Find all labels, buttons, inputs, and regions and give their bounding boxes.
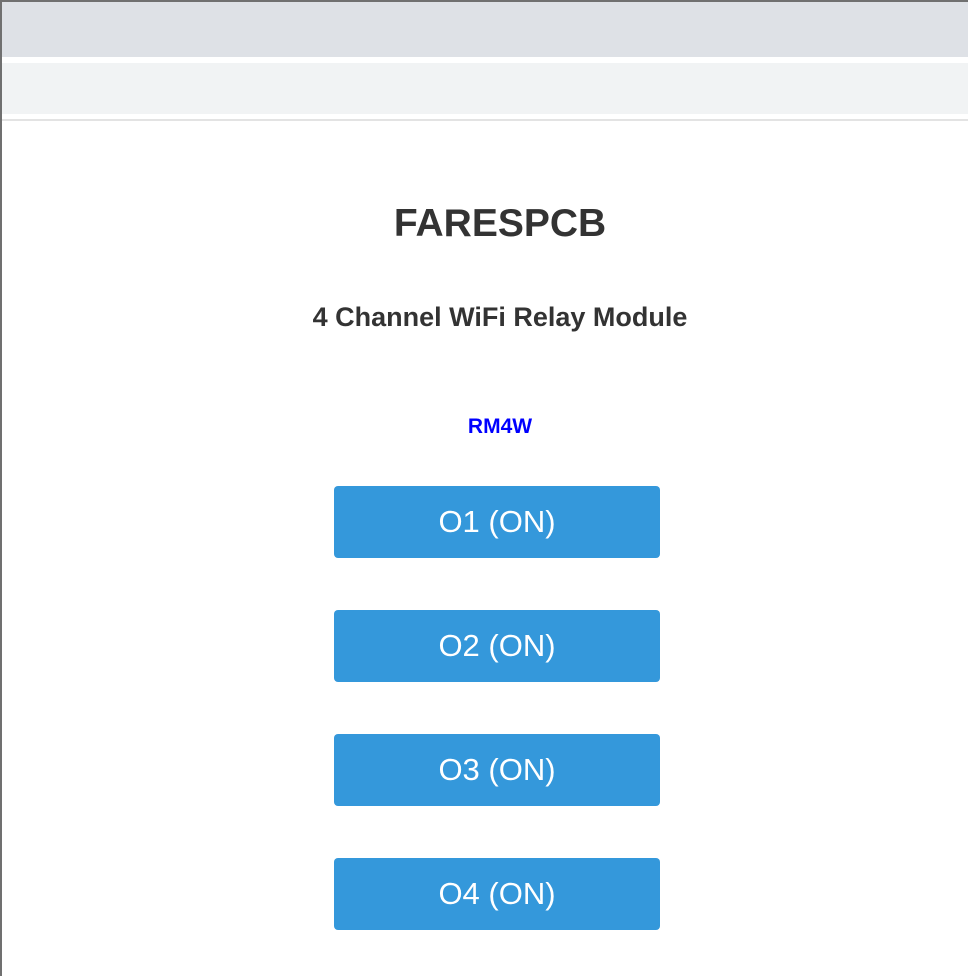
browser-tab-strip <box>2 2 968 57</box>
relay-button-group: O1 (ON) O2 (ON) O3 (ON) O4 (ON) <box>334 486 660 976</box>
page-title: FARESPCB <box>393 202 607 245</box>
page-content: FARESPCB 4 Channel WiFi Relay Module RM4… <box>2 121 968 976</box>
relay-o2-button[interactable]: O2 (ON) <box>334 610 660 682</box>
model-label: RM4W <box>467 415 533 438</box>
relay-o4-button[interactable]: O4 (ON) <box>334 858 660 930</box>
relay-o3-button[interactable]: O3 (ON) <box>334 734 660 806</box>
relay-o1-button[interactable]: O1 (ON) <box>334 486 660 558</box>
browser-window: FARESPCB 4 Channel WiFi Relay Module RM4… <box>0 0 968 976</box>
page-subtitle: 4 Channel WiFi Relay Module <box>312 302 688 332</box>
browser-address-bar[interactable] <box>2 63 968 114</box>
